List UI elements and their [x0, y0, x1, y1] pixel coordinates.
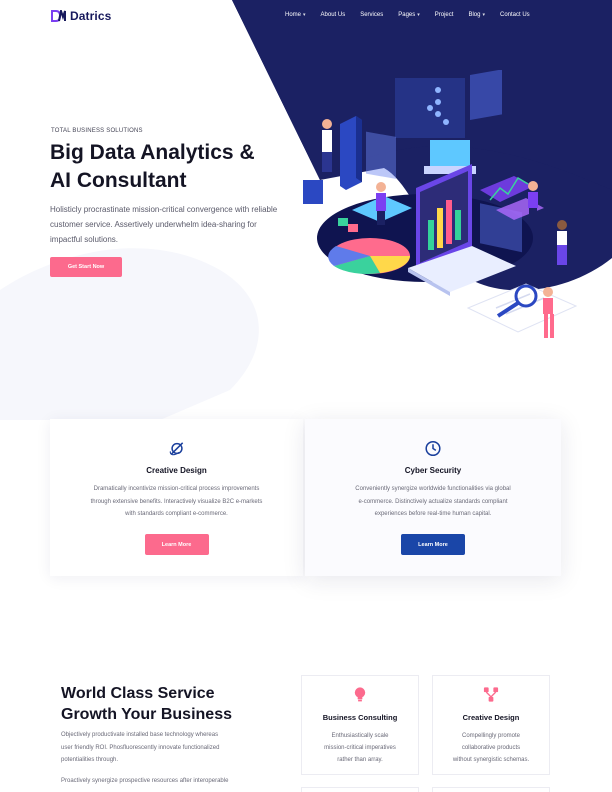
feature-description: Dramatically incentivize mission-critica… [70, 483, 283, 521]
hero-description: Holisticly procrastinate mission-critica… [50, 205, 278, 244]
paragraph-line: potentialities through. [61, 757, 119, 763]
learn-more-button[interactable]: Learn More [401, 534, 465, 555]
hero-eyebrow: TOTAL BUSINESS SOLUTIONS [51, 128, 143, 134]
service-card-description: Enthusiastically scale mission-critical … [308, 730, 412, 766]
card-line: without synergistic schemas. [452, 757, 530, 763]
card-line: Enthusiastically scale [331, 733, 389, 739]
feature-title: Cyber Security [404, 466, 462, 475]
top-navbar: Datrics Home ▾ About Us Services Pages ▾ P… [0, 0, 612, 34]
service-card-partial [301, 787, 419, 792]
services-title: World Class Service Growth Your Business [61, 683, 232, 725]
brand-name: Datrics [70, 9, 112, 23]
service-card-creative-design[interactable]: Creative Design Compellingly promote col… [432, 675, 550, 775]
feature-line: through extensive benefits. Interactivel… [90, 498, 263, 505]
services-paragraph-2: Proactively synergize prospective resour… [61, 775, 271, 788]
paragraph-line: Objectively productivate installed base … [61, 732, 219, 738]
learn-more-button[interactable]: Learn More [144, 534, 209, 555]
logo-mark-icon [51, 10, 66, 22]
main-menu: Home ▾ About Us Services Pages ▾ Project B… [285, 12, 545, 18]
service-card-business-consulting[interactable]: Business Consulting Enthusiastically sca… [301, 675, 419, 775]
network-icon [483, 687, 499, 702]
feature-card-cyber-security: Cyber Security Conveniently synergize wo… [305, 419, 561, 576]
service-card-partial [432, 787, 550, 792]
nav-services[interactable]: Services [360, 12, 383, 18]
nav-services-label: Services [360, 12, 384, 18]
isometric-data-analytics-illustration [303, 70, 578, 338]
clock-icon [425, 440, 441, 457]
feature-line: Dramatically incentivize mission-critica… [93, 486, 260, 492]
brand-logo[interactable]: Datrics [51, 9, 111, 23]
feature-line: experiences before real-time human capit… [374, 511, 492, 517]
nav-blog[interactable]: Blog ▾ [468, 12, 485, 18]
service-card-title: Business Consulting [322, 713, 398, 722]
hero-title-line2: AI Consultant [50, 169, 187, 192]
nav-pages[interactable]: Pages ▾ [398, 12, 420, 18]
nav-about-us[interactable]: About Us [321, 12, 346, 18]
service-card-title: Creative Design [462, 713, 520, 722]
services-title-line2: Growth Your Business [61, 706, 232, 723]
chevron-down-icon: ▾ [303, 12, 306, 18]
card-line: Compellingly promote [461, 733, 521, 739]
services-paragraph-1: Objectively productivate installed base … [61, 729, 271, 767]
nav-home[interactable]: Home ▾ [285, 12, 306, 18]
feature-description: Conveniently synergize worldwide functio… [325, 483, 541, 521]
feature-card-creative-design: Creative Design Dramatically incentivize… [50, 419, 303, 576]
nav-project[interactable]: Project [435, 12, 454, 18]
card-line: mission-critical imperatives [324, 745, 396, 751]
service-card-description: Compellingly promote collaborative produ… [439, 730, 543, 766]
feature-title: Creative Design [146, 466, 207, 475]
orbit-icon [169, 442, 183, 456]
feature-line: Conveniently synergize worldwide functio… [355, 486, 511, 492]
card-line: rather than array. [337, 757, 383, 763]
nav-blog-label: Blog [468, 12, 481, 18]
nav-about-us-label: About Us [320, 12, 346, 18]
get-start-now-button[interactable]: Get Start Now [50, 257, 122, 277]
lightbulb-icon [354, 687, 366, 702]
feature-line: with standards compliant e-commerce. [125, 511, 228, 517]
paragraph-line: user friendly ROI. Phosfluorescently inn… [61, 744, 220, 751]
nav-contact-us-label: Contact Us [499, 12, 530, 18]
services-title-line1: World Class Service [61, 685, 215, 702]
feature-line: e-commerce. Distinctively actualize stan… [358, 498, 508, 505]
paragraph-line: Proactively synergize prospective resour… [61, 778, 229, 784]
nav-contact-us[interactable]: Contact Us [500, 12, 530, 18]
chevron-down-icon: ▾ [482, 12, 485, 18]
nav-home-label: Home [285, 12, 302, 18]
nav-pages-label: Pages [398, 12, 416, 18]
card-line: collaborative products [461, 745, 521, 751]
hero-title-line1: Big Data Analytics & [50, 141, 255, 164]
nav-project-label: Project [434, 12, 454, 18]
chevron-down-icon: ▾ [417, 12, 420, 18]
hero-title: Big Data Analytics & AI Consultant [50, 139, 310, 195]
